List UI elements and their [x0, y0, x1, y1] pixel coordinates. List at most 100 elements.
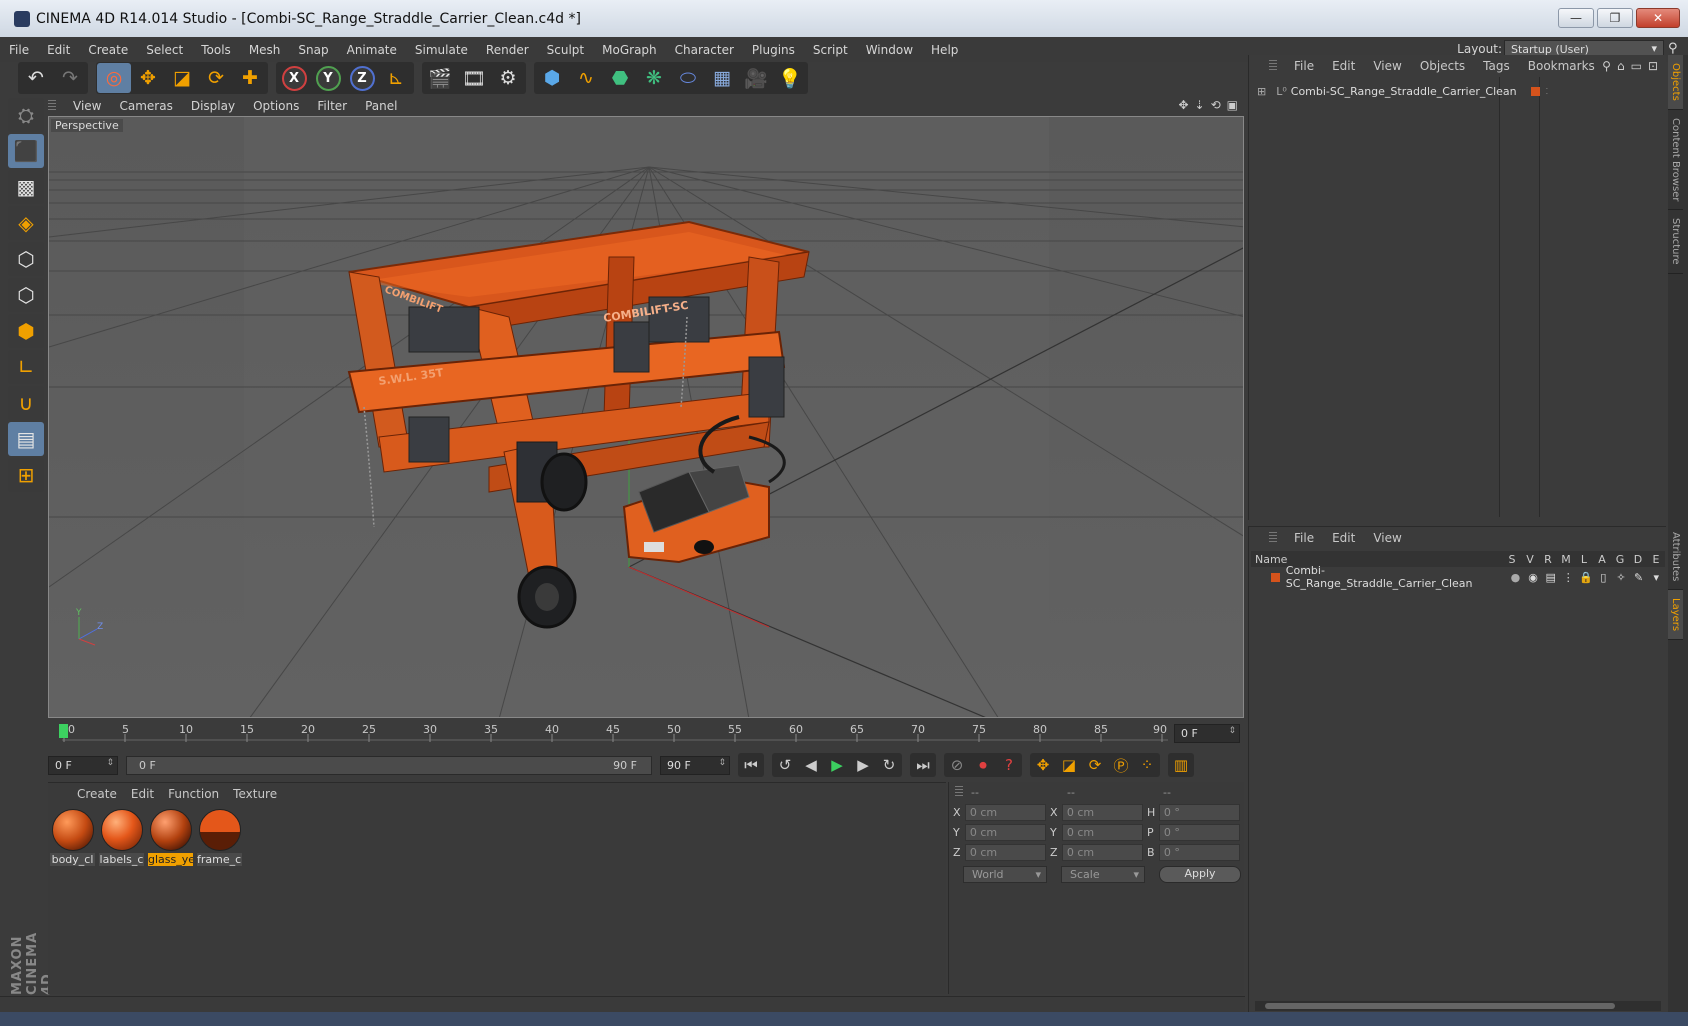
coordinate-system-icon[interactable]: ⊾ [379, 63, 413, 93]
material-frame[interactable]: frame_cl [197, 809, 242, 866]
axis-mode-icon[interactable]: ∟ [8, 350, 44, 384]
rotate-view-icon[interactable]: ⟲ [1211, 98, 1221, 112]
size-x-field[interactable]: 0 cm [1061, 803, 1143, 821]
playhead[interactable] [59, 724, 68, 738]
model-mode-icon[interactable]: ⬛ [8, 134, 44, 168]
layers-menu-view[interactable]: View [1364, 531, 1410, 545]
minimize-button[interactable]: — [1558, 8, 1594, 28]
autokeying-icon[interactable]: ⏺ [970, 753, 996, 777]
viewport-menu-view[interactable]: View [64, 99, 110, 113]
horizontal-scrollbar[interactable] [1255, 1001, 1661, 1011]
material-glass[interactable]: glass_ye [148, 809, 193, 866]
render-settings-icon[interactable]: ⚙ [491, 63, 525, 93]
key-rotation-icon[interactable]: ⟳ [1082, 753, 1108, 777]
expression-toggle-icon[interactable]: ▾ [1647, 571, 1665, 584]
position-x-field[interactable]: 0 cm [964, 803, 1046, 821]
rotation-p-field[interactable]: 0 ° [1158, 823, 1240, 841]
key-position-icon[interactable]: ✥ [1030, 753, 1056, 777]
material-menu-texture[interactable]: Texture [226, 787, 284, 801]
z-axis-lock-icon[interactable]: Z [345, 63, 379, 93]
workplane-lock-icon[interactable]: ▤ [8, 422, 44, 456]
make-editable-icon[interactable]: ⛭ [8, 98, 44, 132]
perspective-viewport[interactable]: COMBILIFT-SC S.W.L. 35T COMBILIFT Y Z Pe… [48, 116, 1244, 718]
objects-menu-objects[interactable]: Objects [1411, 59, 1474, 73]
deformer-toggle-icon[interactable]: ✎ [1630, 571, 1648, 584]
coordinate-space-dropdown[interactable]: World [963, 866, 1047, 883]
layer-color-icon[interactable] [1530, 86, 1540, 96]
new-window-icon[interactable]: ⊡ [1648, 59, 1658, 73]
objects-menu-bookmarks[interactable]: Bookmarks [1519, 59, 1604, 73]
col-locked[interactable]: L [1575, 553, 1593, 566]
menu-select[interactable]: Select [137, 43, 192, 57]
search-icon[interactable]: ⚲ [1602, 59, 1611, 73]
viewport-menu-options[interactable]: Options [244, 99, 308, 113]
end-frame-field[interactable]: 90 F [660, 755, 730, 775]
rotation-b-field[interactable]: 0 ° [1158, 843, 1240, 861]
menu-help[interactable]: Help [922, 43, 967, 57]
visibility-dots-icon[interactable]: ⁚ [1546, 87, 1549, 96]
col-expressions[interactable]: E [1647, 553, 1665, 566]
objects-menu-edit[interactable]: Edit [1323, 59, 1364, 73]
col-deformers[interactable]: D [1629, 553, 1647, 566]
object-row[interactable]: ⊞ L⁰ Combi-SC_Range_Straddle_Carrier_Cle… [1251, 81, 1663, 101]
layer-row[interactable]: Combi-SC_Range_Straddle_Carrier_Clean ● … [1251, 564, 1665, 590]
polygons-mode-icon[interactable]: ⬢ [8, 314, 44, 348]
edges-mode-icon[interactable]: ⬡ [8, 278, 44, 312]
tab-layers[interactable]: Layers [1668, 590, 1683, 641]
menu-window[interactable]: Window [857, 43, 922, 57]
key-pla-icon[interactable]: ⁘ [1134, 753, 1160, 777]
previous-frame-icon[interactable]: ◀ [798, 753, 824, 777]
viewport-camera-label[interactable]: Perspective [51, 119, 123, 132]
col-animation[interactable]: A [1593, 553, 1611, 566]
viewport-menu-cameras[interactable]: Cameras [110, 99, 181, 113]
frame-range-slider[interactable]: 0 F 90 F [126, 755, 652, 775]
menu-edit[interactable]: Edit [38, 43, 79, 57]
zoom-view-icon[interactable]: ⇣ [1195, 98, 1205, 112]
object-name[interactable]: Combi-SC_Range_Straddle_Carrier_Clean [1291, 85, 1517, 98]
texture-mode-icon[interactable]: ▩ [8, 170, 44, 204]
col-view[interactable]: V [1521, 553, 1539, 566]
material-labels[interactable]: labels_c [99, 809, 144, 866]
layer-color-icon[interactable] [1271, 572, 1280, 582]
menu-render[interactable]: Render [477, 43, 538, 57]
menu-simulate[interactable]: Simulate [406, 43, 477, 57]
key-scale-icon[interactable]: ◪ [1056, 753, 1082, 777]
position-y-field[interactable]: 0 cm [964, 823, 1046, 841]
rotation-h-field[interactable]: 0 ° [1158, 803, 1240, 821]
camera-icon[interactable]: 🎥 [739, 63, 773, 93]
move-icon[interactable]: ✥ [131, 63, 165, 93]
snap-magnet-icon[interactable]: ∪ [8, 386, 44, 420]
tab-attributes[interactable]: Attributes [1668, 524, 1683, 591]
col-generators[interactable]: G [1611, 553, 1629, 566]
live-selection-icon[interactable]: ◎ [97, 63, 131, 93]
menu-animate[interactable]: Animate [338, 43, 406, 57]
objects-menu-view[interactable]: View [1364, 59, 1410, 73]
menu-snap[interactable]: Snap [289, 43, 337, 57]
objects-menu-file[interactable]: File [1285, 59, 1323, 73]
floor-icon[interactable]: ▦ [705, 63, 739, 93]
scroll-thumb[interactable] [1265, 1003, 1615, 1009]
light-icon[interactable]: 💡 [773, 63, 807, 93]
material-body[interactable]: body_cl [50, 809, 95, 866]
menu-sculpt[interactable]: Sculpt [538, 43, 593, 57]
next-frame-icon[interactable]: ▶ [850, 753, 876, 777]
deformer-icon[interactable]: ⬭ [671, 63, 705, 93]
menu-mesh[interactable]: Mesh [240, 43, 290, 57]
view-toggle-icon[interactable]: ◉ [1524, 571, 1542, 584]
col-render[interactable]: R [1539, 553, 1557, 566]
restore-button[interactable]: ❐ [1597, 8, 1633, 28]
manager-toggle-icon[interactable]: ⋮ [1559, 571, 1577, 584]
menu-tools[interactable]: Tools [192, 43, 240, 57]
key-parameter-icon[interactable]: Ⓟ [1108, 753, 1134, 777]
collapse-icon[interactable]: ▭ [1631, 59, 1642, 73]
y-axis-lock-icon[interactable]: Y [311, 63, 345, 93]
record-keys-icon[interactable]: ⊘ [944, 753, 970, 777]
points-mode-icon[interactable]: ⬡ [8, 242, 44, 276]
maximize-view-icon[interactable]: ▣ [1227, 98, 1238, 112]
col-manager[interactable]: M [1557, 553, 1575, 566]
spline-icon[interactable]: ∿ [569, 63, 603, 93]
material-menu-create[interactable]: Create [70, 787, 124, 801]
menu-script[interactable]: Script [804, 43, 857, 57]
scale-icon[interactable]: ◪ [165, 63, 199, 93]
size-z-field[interactable]: 0 cm [1061, 843, 1143, 861]
